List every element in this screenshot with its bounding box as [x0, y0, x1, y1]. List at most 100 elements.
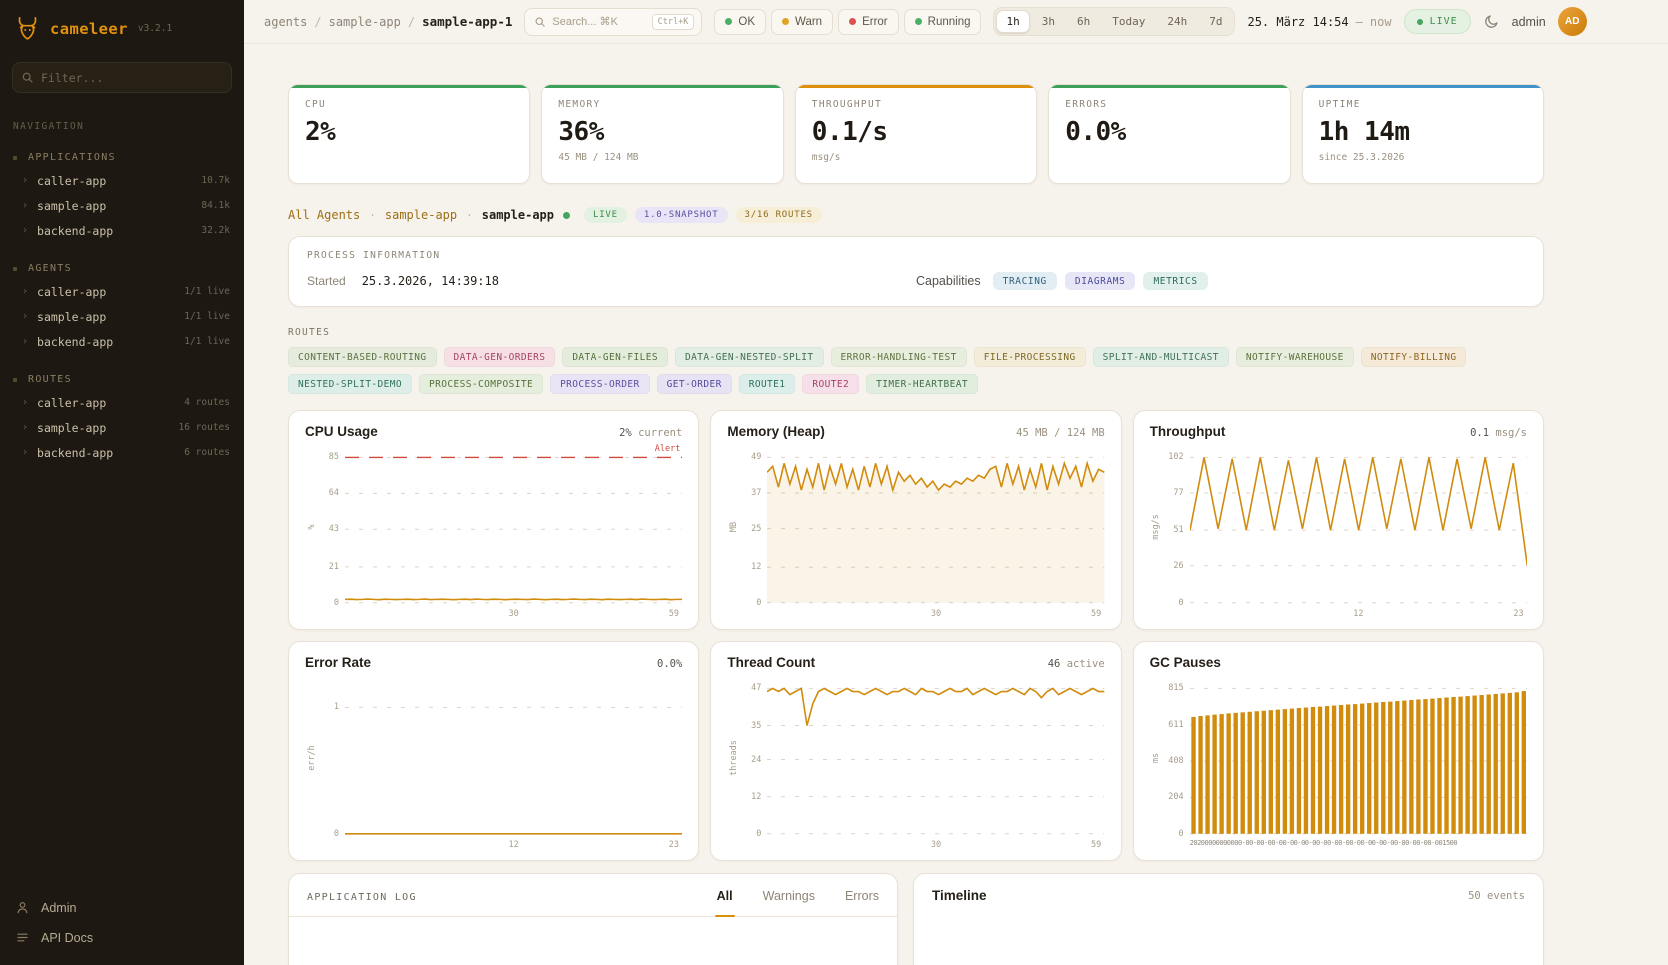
route-chip-process-order[interactable]: PROCESS-ORDER — [550, 374, 650, 394]
chart-title: Error Rate — [305, 655, 371, 670]
y-tick: 102 — [1168, 452, 1183, 462]
log-tab-errors[interactable]: Errors — [845, 889, 879, 916]
route-chip-notify-billing[interactable]: NOTIFY-BILLING — [1361, 347, 1467, 367]
time-range-7d[interactable]: 7d — [1199, 10, 1232, 33]
route-chip-nested-split-demo[interactable]: NESTED-SPLIT-DEMO — [288, 374, 412, 394]
chart-body: ms 8156114082040 20200000000000-00-00-00… — [1150, 679, 1527, 852]
route-chip-content-based-routing[interactable]: CONTENT-BASED-ROUTING — [288, 347, 437, 367]
agent-crumb-separator: · — [369, 209, 376, 222]
route-chip-data-gen-nested-split[interactable]: DATA-GEN-NESTED-SPLIT — [675, 347, 824, 367]
chart-body: threads 473524120 3059 — [727, 679, 1104, 852]
time-range-24h[interactable]: 24h — [1157, 10, 1197, 33]
breadcrumb-sample-app[interactable]: sample-app — [329, 15, 401, 29]
sidebar-item-agents-sample-app[interactable]: ›sample-app1/1 live — [0, 304, 244, 329]
stat-value: 36% — [558, 117, 766, 147]
route-chip-split-and-multicast[interactable]: SPLIT-AND-MULTICAST — [1093, 347, 1229, 367]
chevron-right-icon: › — [22, 397, 28, 408]
route-chip-error-handling-test[interactable]: ERROR-HANDLING-TEST — [831, 347, 967, 367]
chart-header: Memory (Heap) 45 MB / 124 MB — [727, 424, 1104, 439]
route-chip-data-gen-orders[interactable]: DATA-GEN-ORDERS — [444, 347, 556, 367]
process-title: PROCESS INFORMATION — [307, 250, 1525, 261]
route-chip-process-composite[interactable]: PROCESS-COMPOSITE — [419, 374, 543, 394]
sidebar-item-applications-backend-app[interactable]: ›backend-app32.2k — [0, 218, 244, 243]
breadcrumb-agents[interactable]: agents — [264, 15, 307, 29]
datetime-value: 25. März 14:54 — [1247, 15, 1348, 29]
sidebar-filter-input[interactable] — [12, 62, 232, 93]
search-icon — [21, 71, 34, 84]
sidebar-item-routes-caller-app[interactable]: ›caller-app4 routes — [0, 390, 244, 415]
agent-crumb-all-agents[interactable]: All Agents — [288, 208, 360, 222]
sidebar-footer-admin[interactable]: Admin — [15, 900, 229, 915]
item-count: 1/1 live — [184, 311, 230, 322]
chart-body: % 856443210 Alert 3059 — [305, 448, 682, 621]
chart-title: Thread Count — [727, 655, 815, 670]
chevron-right-icon: › — [22, 200, 28, 211]
sidebar-group-applications[interactable]: APPLICATIONS — [0, 149, 244, 168]
sidebar-item-agents-caller-app[interactable]: ›caller-app1/1 live — [0, 279, 244, 304]
sidebar-group-agents[interactable]: AGENTS — [0, 260, 244, 279]
y-axis-ticks: 493725120 — [740, 448, 767, 605]
y-axis-ticks: 8156114082040 — [1163, 679, 1190, 836]
search-input[interactable]: Search... ⌘K Ctrl+K — [524, 8, 702, 36]
time-range-3h[interactable]: 3h — [1032, 10, 1065, 33]
x-axis-ticks: 3059 — [767, 605, 1104, 621]
footer-label: API Docs — [41, 931, 93, 945]
y-tick: 35 — [751, 721, 761, 731]
agent-crumb-sample-app[interactable]: sample-app — [385, 208, 457, 222]
route-chip-timer-heartbeat[interactable]: TIMER-HEARTBEAT — [866, 374, 978, 394]
status-filter-running[interactable]: Running — [904, 9, 982, 35]
app-logo[interactable]: cameleer v3.2.1 — [0, 0, 244, 52]
x-tick: 30 — [931, 609, 941, 619]
status-filter-ok[interactable]: OK — [714, 9, 766, 35]
route-chip-get-order[interactable]: GET-ORDER — [657, 374, 732, 394]
sidebar-item-routes-sample-app[interactable]: ›sample-app16 routes — [0, 415, 244, 440]
live-indicator[interactable]: LIVE — [1404, 9, 1471, 34]
timeline-title: Timeline — [932, 888, 987, 903]
live-label: LIVE — [1430, 16, 1458, 27]
status-filter-warn[interactable]: Warn — [771, 9, 833, 35]
route-chip-route1[interactable]: ROUTE1 — [739, 374, 796, 394]
item-label: caller-app — [37, 396, 106, 410]
sidebar-footer-api-docs[interactable]: API Docs — [15, 930, 229, 945]
item-count: 32.2k — [201, 225, 230, 236]
chart-body: msg/s 1027751260 1223 — [1150, 448, 1527, 621]
chart-meta: 0.0% — [657, 658, 682, 670]
stat-label: CPU — [305, 99, 513, 110]
time-range-today[interactable]: Today — [1102, 10, 1155, 33]
chevron-right-icon: › — [22, 336, 28, 347]
live-dot — [1417, 19, 1423, 25]
y-tick: 77 — [1173, 488, 1183, 498]
theme-toggle-moon-icon[interactable] — [1483, 13, 1500, 30]
timeline-header: Timeline 50 events — [914, 874, 1543, 917]
time-range-6h[interactable]: 6h — [1067, 10, 1100, 33]
user-avatar[interactable]: AD — [1558, 7, 1587, 36]
chart-title: GC Pauses — [1150, 655, 1221, 670]
sidebar-item-applications-caller-app[interactable]: ›caller-app10.7k — [0, 168, 244, 193]
sidebar-group-routes[interactable]: ROUTES — [0, 371, 244, 390]
stat-subtext: since 25.3.2026 — [1319, 152, 1527, 163]
x-tick: 23 — [669, 840, 679, 850]
item-count: 10.7k — [201, 175, 230, 186]
cpu-usage-panel: CPU Usage 2% current % 856443210 Alert 3… — [288, 410, 699, 630]
sidebar-item-routes-backend-app[interactable]: ›backend-app6 routes — [0, 440, 244, 465]
route-chip-notify-warehouse[interactable]: NOTIFY-WAREHOUSE — [1236, 347, 1354, 367]
route-chip-file-processing[interactable]: FILE-PROCESSING — [974, 347, 1086, 367]
status-filter-error[interactable]: Error — [838, 9, 899, 35]
gc-pauses-panel: GC Pauses ms 8156114082040 2020000000000… — [1133, 641, 1544, 861]
x-axis-ticks: 1223 — [345, 836, 682, 852]
log-tab-all[interactable]: All — [717, 889, 733, 916]
y-axis-title: err/h — [305, 679, 318, 836]
route-chip-data-gen-files[interactable]: DATA-GEN-FILES — [562, 347, 668, 367]
sidebar-item-agents-backend-app[interactable]: ›backend-app1/1 live — [0, 329, 244, 354]
sidebar-item-applications-sample-app[interactable]: ›sample-app84.1k — [0, 193, 244, 218]
log-tab-warnings[interactable]: Warnings — [763, 889, 815, 916]
route-chip-route2[interactable]: ROUTE2 — [802, 374, 859, 394]
stat-card-errors: ERRORS 0.0% — [1048, 84, 1290, 184]
routes-title: ROUTES — [288, 327, 1544, 338]
time-range-1h[interactable]: 1h — [996, 10, 1029, 33]
group-marker — [13, 156, 17, 160]
stat-subtext: msg/s — [812, 152, 1020, 163]
bottom-row: APPLICATION LOG AllWarningsErrors Timeli… — [288, 873, 1544, 965]
gc-pauses-chart — [1190, 679, 1527, 836]
x-tick: 30 — [509, 609, 519, 619]
